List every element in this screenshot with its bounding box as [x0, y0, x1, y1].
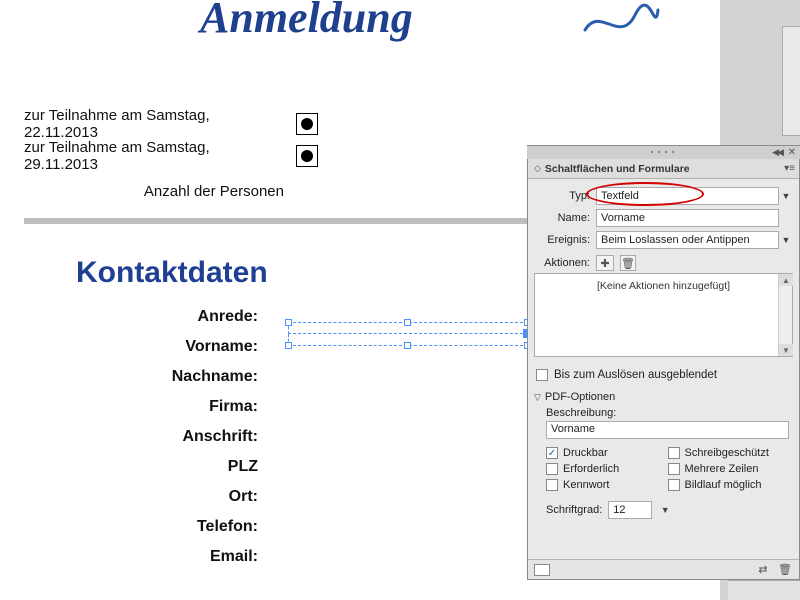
kennwort-checkbox[interactable]	[546, 479, 558, 491]
name-label: Name:	[534, 212, 596, 224]
label-telefon: Telefon:	[197, 518, 258, 536]
chevron-down-icon[interactable]: ▼	[779, 235, 793, 245]
actions-list[interactable]: [Keine Aktionen hinzugefügt] ▲▼	[534, 273, 793, 357]
label-nachname: Nachname:	[172, 368, 258, 386]
panel-close-icon[interactable]: ✕	[788, 147, 796, 158]
event1-radio[interactable]	[296, 113, 318, 135]
schriftgrad-input[interactable]: 12	[608, 501, 652, 519]
event2-radio[interactable]	[296, 145, 318, 167]
delete-action-button[interactable]: 🗑	[620, 255, 636, 271]
preview-toggle[interactable]	[534, 564, 550, 576]
bildlauf-checkbox[interactable]	[668, 479, 680, 491]
persons-label: Anzahl der Personen	[24, 183, 284, 200]
bildlauf-label: Bildlauf möglich	[685, 479, 762, 491]
selected-field-frame-top[interactable]	[288, 322, 528, 334]
panel-tab-diamond-icon: ◇	[534, 163, 541, 174]
panel-menu-icon[interactable]: ▾≡	[784, 163, 795, 174]
logo-scribble	[580, 0, 660, 40]
disclosure-triangle-icon[interactable]: ▽	[534, 392, 541, 403]
event2-label: zur Teilnahme am Samstag, 29.11.2013	[24, 139, 284, 173]
label-email: Email:	[210, 548, 258, 566]
aktionen-label: Aktionen:	[534, 257, 596, 269]
actions-scrollbar[interactable]: ▲▼	[778, 274, 792, 356]
panel-collapse-icon[interactable]: ◀◀	[772, 147, 782, 158]
label-firma: Firma:	[209, 398, 258, 416]
collapsed-panel[interactable]	[782, 26, 800, 136]
selected-field-frame-bottom[interactable]	[288, 334, 528, 346]
chevron-down-icon[interactable]: ▼	[779, 191, 793, 201]
contact-heading: Kontaktdaten	[76, 256, 268, 290]
label-vorname: Vorname:	[185, 338, 258, 356]
page-title: Anmeldung	[200, 0, 413, 43]
label-ort: Ort:	[229, 488, 258, 506]
label-anrede: Anrede:	[198, 308, 258, 326]
label-anschrift: Anschrift:	[182, 428, 258, 446]
trash-icon[interactable]: 🗑	[777, 563, 793, 577]
hidden-until-trigger-label: Bis zum Auslösen ausgeblendet	[554, 369, 717, 381]
name-input[interactable]: Vorname	[596, 209, 779, 227]
druckbar-checkbox[interactable]	[546, 447, 558, 459]
schreibgeschuetzt-label: Schreibgeschützt	[685, 447, 769, 459]
typ-dropdown[interactable]: Textfeld	[596, 187, 779, 205]
druckbar-label: Druckbar	[563, 447, 608, 459]
hidden-until-trigger-checkbox[interactable]	[536, 369, 548, 381]
kennwort-label: Kennwort	[563, 479, 609, 491]
chevron-down-icon[interactable]: ▼	[658, 505, 672, 515]
beschreibung-label: Beschreibung:	[546, 407, 789, 419]
label-plz: PLZ	[228, 458, 258, 476]
bottom-collapsed-panel[interactable]	[728, 580, 800, 600]
pdf-options-heading: PDF-Optionen	[545, 391, 615, 403]
erforderlich-label: Erforderlich	[563, 463, 619, 475]
erforderlich-checkbox[interactable]	[546, 463, 558, 475]
typ-label: Typ:	[534, 190, 596, 202]
beschreibung-input[interactable]: Vorname	[546, 421, 789, 439]
convert-icon[interactable]: ⇄	[755, 563, 771, 577]
panel-drag-bar[interactable]: ◀◀ ✕	[527, 145, 800, 159]
ereignis-label: Ereignis:	[534, 234, 596, 246]
schriftgrad-label: Schriftgrad:	[546, 504, 602, 516]
schreibgeschuetzt-checkbox[interactable]	[668, 447, 680, 459]
panel-title: Schaltflächen und Formulare	[545, 163, 690, 175]
add-action-button[interactable]: ✚	[596, 255, 614, 271]
event1-label: zur Teilnahme am Samstag, 22.11.2013	[24, 107, 284, 141]
mehrere-zeilen-checkbox[interactable]	[668, 463, 680, 475]
actions-empty-text: [Keine Aktionen hinzugefügt]	[597, 280, 730, 292]
buttons-forms-panel: ◇ Schaltflächen und Formulare ▾≡ Typ: Te…	[527, 159, 800, 580]
ereignis-dropdown[interactable]: Beim Loslassen oder Antippen	[596, 231, 779, 249]
mehrere-zeilen-label: Mehrere Zeilen	[685, 463, 759, 475]
